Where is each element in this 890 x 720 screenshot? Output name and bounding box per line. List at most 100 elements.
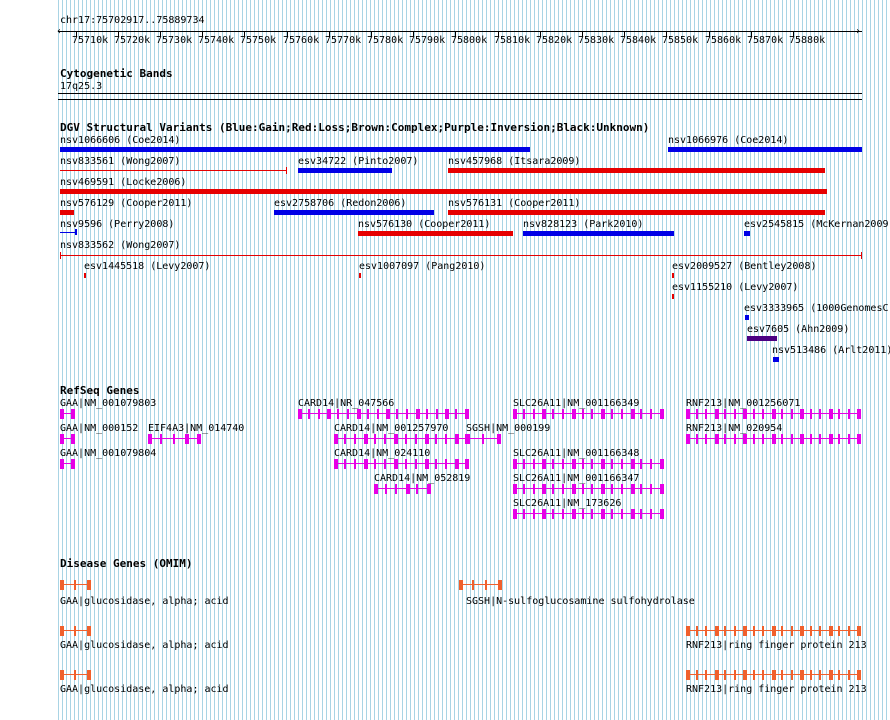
omim-gene-label[interactable]: GAA|glucosidase, alpha; acid bbox=[60, 640, 229, 651]
exon-block bbox=[552, 509, 554, 519]
exon-block bbox=[425, 459, 429, 469]
omim-gene-label[interactable]: GAA|glucosidase, alpha; acid bbox=[60, 596, 229, 607]
variant-label[interactable]: nsv1066976 (Coe2014) bbox=[668, 135, 788, 146]
gene-label[interactable]: SLC26A11|NM_001166349 bbox=[513, 398, 639, 409]
variant-bar-gain[interactable] bbox=[523, 231, 674, 236]
variant-label[interactable]: nsv457968 (Itsara2009) bbox=[448, 156, 580, 167]
omim-gene-glyph[interactable] bbox=[60, 580, 91, 590]
variant-bar-loss[interactable] bbox=[60, 189, 827, 194]
omim-gene-label[interactable]: RNF213|ring finger protein 213 bbox=[686, 684, 867, 695]
gene-glyph[interactable] bbox=[513, 484, 664, 494]
gene-label[interactable]: SGSH|NM_000199 bbox=[466, 423, 550, 434]
variant-label[interactable]: nsv576130 (Cooper2011) bbox=[358, 219, 490, 230]
gene-label[interactable]: SLC26A11|NM_173626 bbox=[513, 498, 621, 509]
omim-gene-glyph[interactable] bbox=[60, 626, 91, 636]
variant-label[interactable]: esv34722 (Pinto2007) bbox=[298, 156, 418, 167]
gene-label[interactable]: SLC26A11|NM_001166347 bbox=[513, 473, 639, 484]
variant-label[interactable]: nsv576131 (Cooper2011) bbox=[448, 198, 580, 209]
gene-glyph[interactable] bbox=[686, 409, 861, 419]
ruler-tick-label: 75770k bbox=[325, 35, 362, 46]
variant-bar-loss[interactable] bbox=[60, 170, 287, 171]
gene-glyph[interactable] bbox=[686, 434, 861, 444]
exon-block bbox=[762, 409, 764, 419]
gene-glyph[interactable] bbox=[513, 459, 664, 469]
variant-bar-gain[interactable] bbox=[274, 210, 434, 215]
omim-gene-label[interactable]: SGSH|N-sulfoglucosamine sulfohydrolase bbox=[466, 596, 695, 607]
cytoband-track-title: Cytogenetic Bands bbox=[60, 67, 173, 80]
variant-label[interactable]: nsv828123 (Park2010) bbox=[523, 219, 643, 230]
variant-label[interactable]: nsv833562 (Wong2007) bbox=[60, 240, 180, 251]
omim-gene-label[interactable]: RNF213|ring finger protein 213 bbox=[686, 640, 867, 651]
omim-gene-glyph[interactable] bbox=[686, 626, 861, 636]
gene-label[interactable]: RNF213|NM_001256071 bbox=[686, 398, 800, 409]
gene-label[interactable]: CARD14|NM_001257970 bbox=[334, 423, 448, 434]
exon-block bbox=[405, 434, 407, 444]
gene-glyph[interactable] bbox=[298, 409, 469, 419]
ruler-axis[interactable] bbox=[58, 31, 862, 32]
exon-block bbox=[686, 670, 690, 680]
gene-label[interactable]: RNF213|NM_020954 bbox=[686, 423, 782, 434]
variant-bar-loss[interactable] bbox=[448, 210, 825, 215]
gene-glyph[interactable] bbox=[334, 459, 469, 469]
variant-bar-gain[interactable] bbox=[298, 168, 392, 173]
exon-block bbox=[724, 670, 726, 680]
gene-label[interactable]: SLC26A11|NM_001166348 bbox=[513, 448, 639, 459]
omim-gene-label[interactable]: GAA|glucosidase, alpha; acid bbox=[60, 684, 229, 695]
gene-label[interactable]: EIF4A3|NM_014740 bbox=[148, 423, 244, 434]
variant-bar-inversion[interactable] bbox=[747, 336, 777, 341]
variant-label[interactable]: esv2758706 (Redon2006) bbox=[274, 198, 406, 209]
gene-glyph[interactable] bbox=[334, 434, 469, 444]
omim-gene-glyph[interactable] bbox=[686, 670, 861, 680]
variant-label[interactable]: esv2545815 (McKernan2009) bbox=[744, 219, 890, 230]
variant-bar-loss[interactable] bbox=[60, 255, 862, 256]
exon-block bbox=[60, 434, 64, 444]
gene-label[interactable]: GAA|NM_000152 bbox=[60, 423, 138, 434]
exon-block bbox=[354, 434, 356, 444]
variant-label[interactable]: nsv9596 (Perry2008) bbox=[60, 219, 174, 230]
gene-label[interactable]: CARD14|NR_047566 bbox=[298, 398, 394, 409]
variant-bar-gain[interactable] bbox=[60, 232, 76, 233]
variant-label[interactable]: nsv576129 (Cooper2011) bbox=[60, 198, 192, 209]
gene-glyph[interactable] bbox=[466, 434, 501, 444]
variant-bar-gain[interactable] bbox=[668, 147, 862, 152]
variant-bar-loss[interactable] bbox=[358, 231, 513, 236]
gene-glyph[interactable] bbox=[60, 459, 75, 469]
variant-label[interactable]: esv3333965 (1000GenomesC bbox=[744, 303, 889, 314]
omim-gene-glyph[interactable] bbox=[60, 670, 91, 680]
variant-bar-gain[interactable] bbox=[745, 315, 749, 320]
variant-bar-gain[interactable] bbox=[773, 357, 779, 362]
variant-label[interactable]: esv1445518 (Levy2007) bbox=[84, 261, 210, 272]
variant-bar-gain[interactable] bbox=[744, 231, 750, 236]
variant-bar-loss[interactable] bbox=[672, 273, 674, 278]
exon-block bbox=[562, 409, 564, 419]
variant-label[interactable]: nsv513486 (Arlt2011) bbox=[772, 345, 890, 356]
exon-block bbox=[582, 409, 584, 419]
variant-bar-loss[interactable] bbox=[359, 273, 361, 278]
gene-label[interactable]: CARD14|NM_052819 bbox=[374, 473, 470, 484]
gene-label[interactable]: CARD14|NM_024110 bbox=[334, 448, 430, 459]
omim-gene-glyph[interactable] bbox=[459, 580, 502, 590]
gene-glyph[interactable] bbox=[374, 484, 431, 494]
exon-block bbox=[724, 626, 726, 636]
gene-glyph[interactable] bbox=[148, 434, 201, 444]
variant-label[interactable]: esv2009527 (Bentley2008) bbox=[672, 261, 817, 272]
variant-label[interactable]: nsv469591 (Locke2006) bbox=[60, 177, 186, 188]
variant-bar-loss[interactable] bbox=[84, 273, 86, 278]
gene-glyph[interactable] bbox=[513, 409, 664, 419]
variant-label[interactable]: nsv1066606 (Coe2014) bbox=[60, 135, 180, 146]
gene-glyph[interactable] bbox=[513, 509, 664, 519]
gene-label[interactable]: GAA|NM_001079804 bbox=[60, 448, 156, 459]
exon-block bbox=[715, 434, 719, 444]
variant-label[interactable]: esv1155210 (Levy2007) bbox=[672, 282, 798, 293]
variant-bar-loss[interactable] bbox=[672, 294, 674, 299]
variant-bar-loss[interactable] bbox=[448, 168, 825, 173]
exon-block bbox=[838, 670, 840, 680]
gene-glyph[interactable] bbox=[60, 434, 75, 444]
variant-label[interactable]: esv1007097 (Pang2010) bbox=[359, 261, 485, 272]
variant-label[interactable]: nsv833561 (Wong2007) bbox=[60, 156, 180, 167]
variant-label[interactable]: esv7605 (Ahn2009) bbox=[747, 324, 849, 335]
variant-bar-gain[interactable] bbox=[60, 147, 530, 152]
gene-label[interactable]: GAA|NM_001079803 bbox=[60, 398, 156, 409]
variant-bar-loss[interactable] bbox=[60, 210, 74, 215]
gene-glyph[interactable] bbox=[60, 409, 75, 419]
